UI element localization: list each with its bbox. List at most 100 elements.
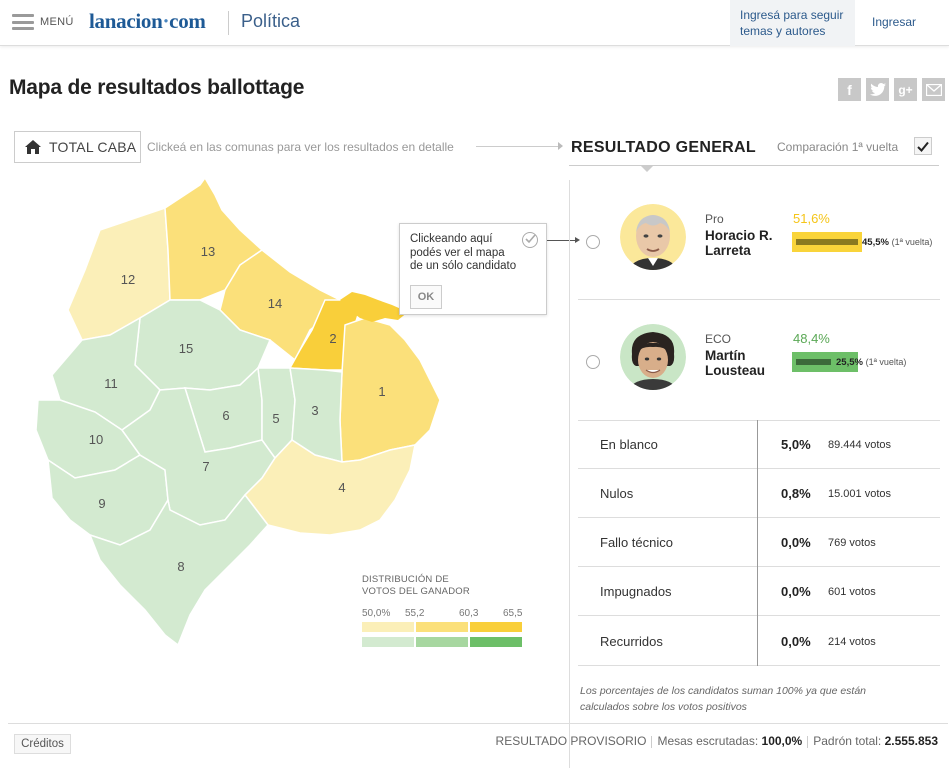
stats-label: Impugnados <box>600 584 672 599</box>
legend-swatch <box>470 637 522 647</box>
stats-row-fallo: Fallo técnico 0,0% 769 votos <box>578 518 940 567</box>
comuna-1[interactable] <box>339 317 441 463</box>
comuna-label-13: 13 <box>201 244 215 259</box>
tooltip-ok-button[interactable]: OK <box>410 285 442 309</box>
legend-title-line2: VOTOS DEL GANADOR <box>362 586 470 597</box>
legend-swatch <box>416 622 468 632</box>
legend-swatch <box>362 637 414 647</box>
stats-votes: 214 votos <box>828 636 876 648</box>
stats-label: Recurridos <box>600 634 663 649</box>
stats-divider <box>757 420 758 666</box>
single-candidate-tooltip: Clickeando aquí podés ver el mapa de un … <box>399 223 547 315</box>
google-plus-icon[interactable]: g+ <box>894 78 917 101</box>
home-icon <box>25 140 41 154</box>
legend-value-1: 55,2 <box>405 608 425 619</box>
results-note: Los porcentajes de los candidatos suman … <box>580 685 867 713</box>
mesas-label: Mesas escrutadas: <box>657 734 759 748</box>
menu-button[interactable]: MENÚ <box>12 14 74 30</box>
comuna-label-12: 12 <box>121 272 135 287</box>
checkmark-icon <box>917 141 929 152</box>
candidate-radio-larreta[interactable] <box>586 235 600 249</box>
follow-topics-link[interactable]: Ingresá para seguir temas y autores <box>730 0 855 46</box>
stats-row-impugnados: Impugnados 0,0% 601 votos <box>578 567 940 616</box>
footer-stats: RESULTADO PROVISORIO Mesas escrutadas: 10… <box>496 734 938 748</box>
site-logo[interactable]: lanacion·com <box>89 9 206 34</box>
candidate-separator <box>578 299 940 300</box>
tooltip-text: Clickeando aquí podés ver el mapa de un … <box>410 233 517 272</box>
comuna-label-14: 14 <box>268 296 282 311</box>
comuna-label-1: 1 <box>378 384 385 399</box>
stats-row-nulos: Nulos 0,8% 15.001 votos <box>578 469 940 518</box>
first-round-label-lousteau: 25,5% (1ª vuelta) <box>836 357 906 368</box>
footer-line <box>8 723 948 724</box>
stats-votes: 89.444 votos <box>828 439 891 451</box>
stats-pct: 5,0% <box>781 437 811 452</box>
legend-swatch <box>470 622 522 632</box>
section-title[interactable]: Política <box>241 11 300 32</box>
stats-pct: 0,0% <box>781 584 811 599</box>
stats-label: En blanco <box>600 437 658 452</box>
comuna-label-11: 11 <box>104 376 118 391</box>
stats-pct: 0,0% <box>781 535 811 550</box>
legend-swatch <box>416 637 468 647</box>
comuna-label-7: 7 <box>202 459 209 474</box>
first-round-value: 45,5% <box>862 237 889 248</box>
candidate-party-larreta: Pro <box>705 212 724 226</box>
hamburger-icon <box>12 14 34 30</box>
check-circle-icon <box>522 232 538 248</box>
first-round-label-larreta: 45,5% (1ª vuelta) <box>862 237 932 248</box>
provisional-label: RESULTADO PROVISORIO <box>495 734 647 748</box>
stats-row-recurridos: Recurridos 0,0% 214 votos <box>578 617 940 666</box>
comuna-label-4: 4 <box>338 480 345 495</box>
comuna-label-5: 5 <box>272 411 279 426</box>
twitter-icon[interactable] <box>866 78 889 101</box>
menu-label: MENÚ <box>40 16 74 28</box>
stats-votes: 769 votos <box>828 537 876 549</box>
logo-main: lanacion <box>89 9 163 33</box>
legend-yellow-scale <box>362 622 522 632</box>
first-round-value: 25,5% <box>836 357 863 368</box>
comparison-checkbox[interactable] <box>914 137 932 155</box>
comuna-label-3: 3 <box>311 403 318 418</box>
hint-line <box>476 146 562 147</box>
total-caba-button[interactable]: TOTAL CABA <box>14 131 141 163</box>
page-title: Mapa de resultados ballottage <box>9 76 305 99</box>
mail-icon[interactable] <box>922 78 945 101</box>
stats-row-blanco: En blanco 5,0% 89.444 votos <box>578 420 940 469</box>
candidate-row-lousteau[interactable]: ECO Martín Lousteau 48,4% 25,5% (1ª vuel… <box>578 302 940 420</box>
results-title-underline <box>569 165 939 166</box>
credits-button[interactable]: Créditos <box>14 734 71 754</box>
legend-green-scale <box>362 637 522 647</box>
padron-value: 2.555.853 <box>884 734 938 748</box>
comuna-label-15: 15 <box>179 341 193 356</box>
comuna-label-10: 10 <box>89 432 103 447</box>
results-notch <box>640 165 654 172</box>
comparison-label: Comparación 1ª vuelta <box>777 140 899 154</box>
candidate-avatar-larreta <box>620 204 686 270</box>
first-round-bar <box>796 239 858 245</box>
candidate-name-line1: Horacio R. <box>705 228 773 243</box>
logo-tld: com <box>169 9 206 33</box>
candidate-row-larreta[interactable]: Pro Horacio R. Larreta 51,6% 45,5% (1ª v… <box>578 182 940 300</box>
map-hint: Clickeá en las comunas para ver los resu… <box>147 140 454 154</box>
candidate-radio-lousteau[interactable] <box>586 355 600 369</box>
login-link[interactable]: Ingresar <box>872 15 916 29</box>
stats-votes: 601 votos <box>828 586 876 598</box>
legend-value-2: 60,3 <box>459 608 479 619</box>
legend-title-line1: DISTRIBUCIÓN DE <box>362 574 449 585</box>
legend-swatch <box>362 622 414 632</box>
tooltip-connector <box>547 240 576 241</box>
stats-label: Nulos <box>600 486 634 501</box>
first-round-bar <box>796 359 831 365</box>
stats-votes: 15.001 votos <box>828 488 891 500</box>
stats-pct: 0,8% <box>781 486 811 501</box>
facebook-icon[interactable]: f <box>838 78 861 101</box>
hint-arrow-icon <box>558 142 563 150</box>
candidate-name-line1: Martín <box>705 348 746 363</box>
results-title: RESULTADO GENERAL <box>571 139 756 156</box>
comuna-label-8: 8 <box>177 559 184 574</box>
comuna-label-6: 6 <box>222 408 229 423</box>
candidate-avatar-lousteau <box>620 324 686 390</box>
stats-pct: 0,0% <box>781 634 811 649</box>
stats-label: Fallo técnico <box>600 535 673 550</box>
